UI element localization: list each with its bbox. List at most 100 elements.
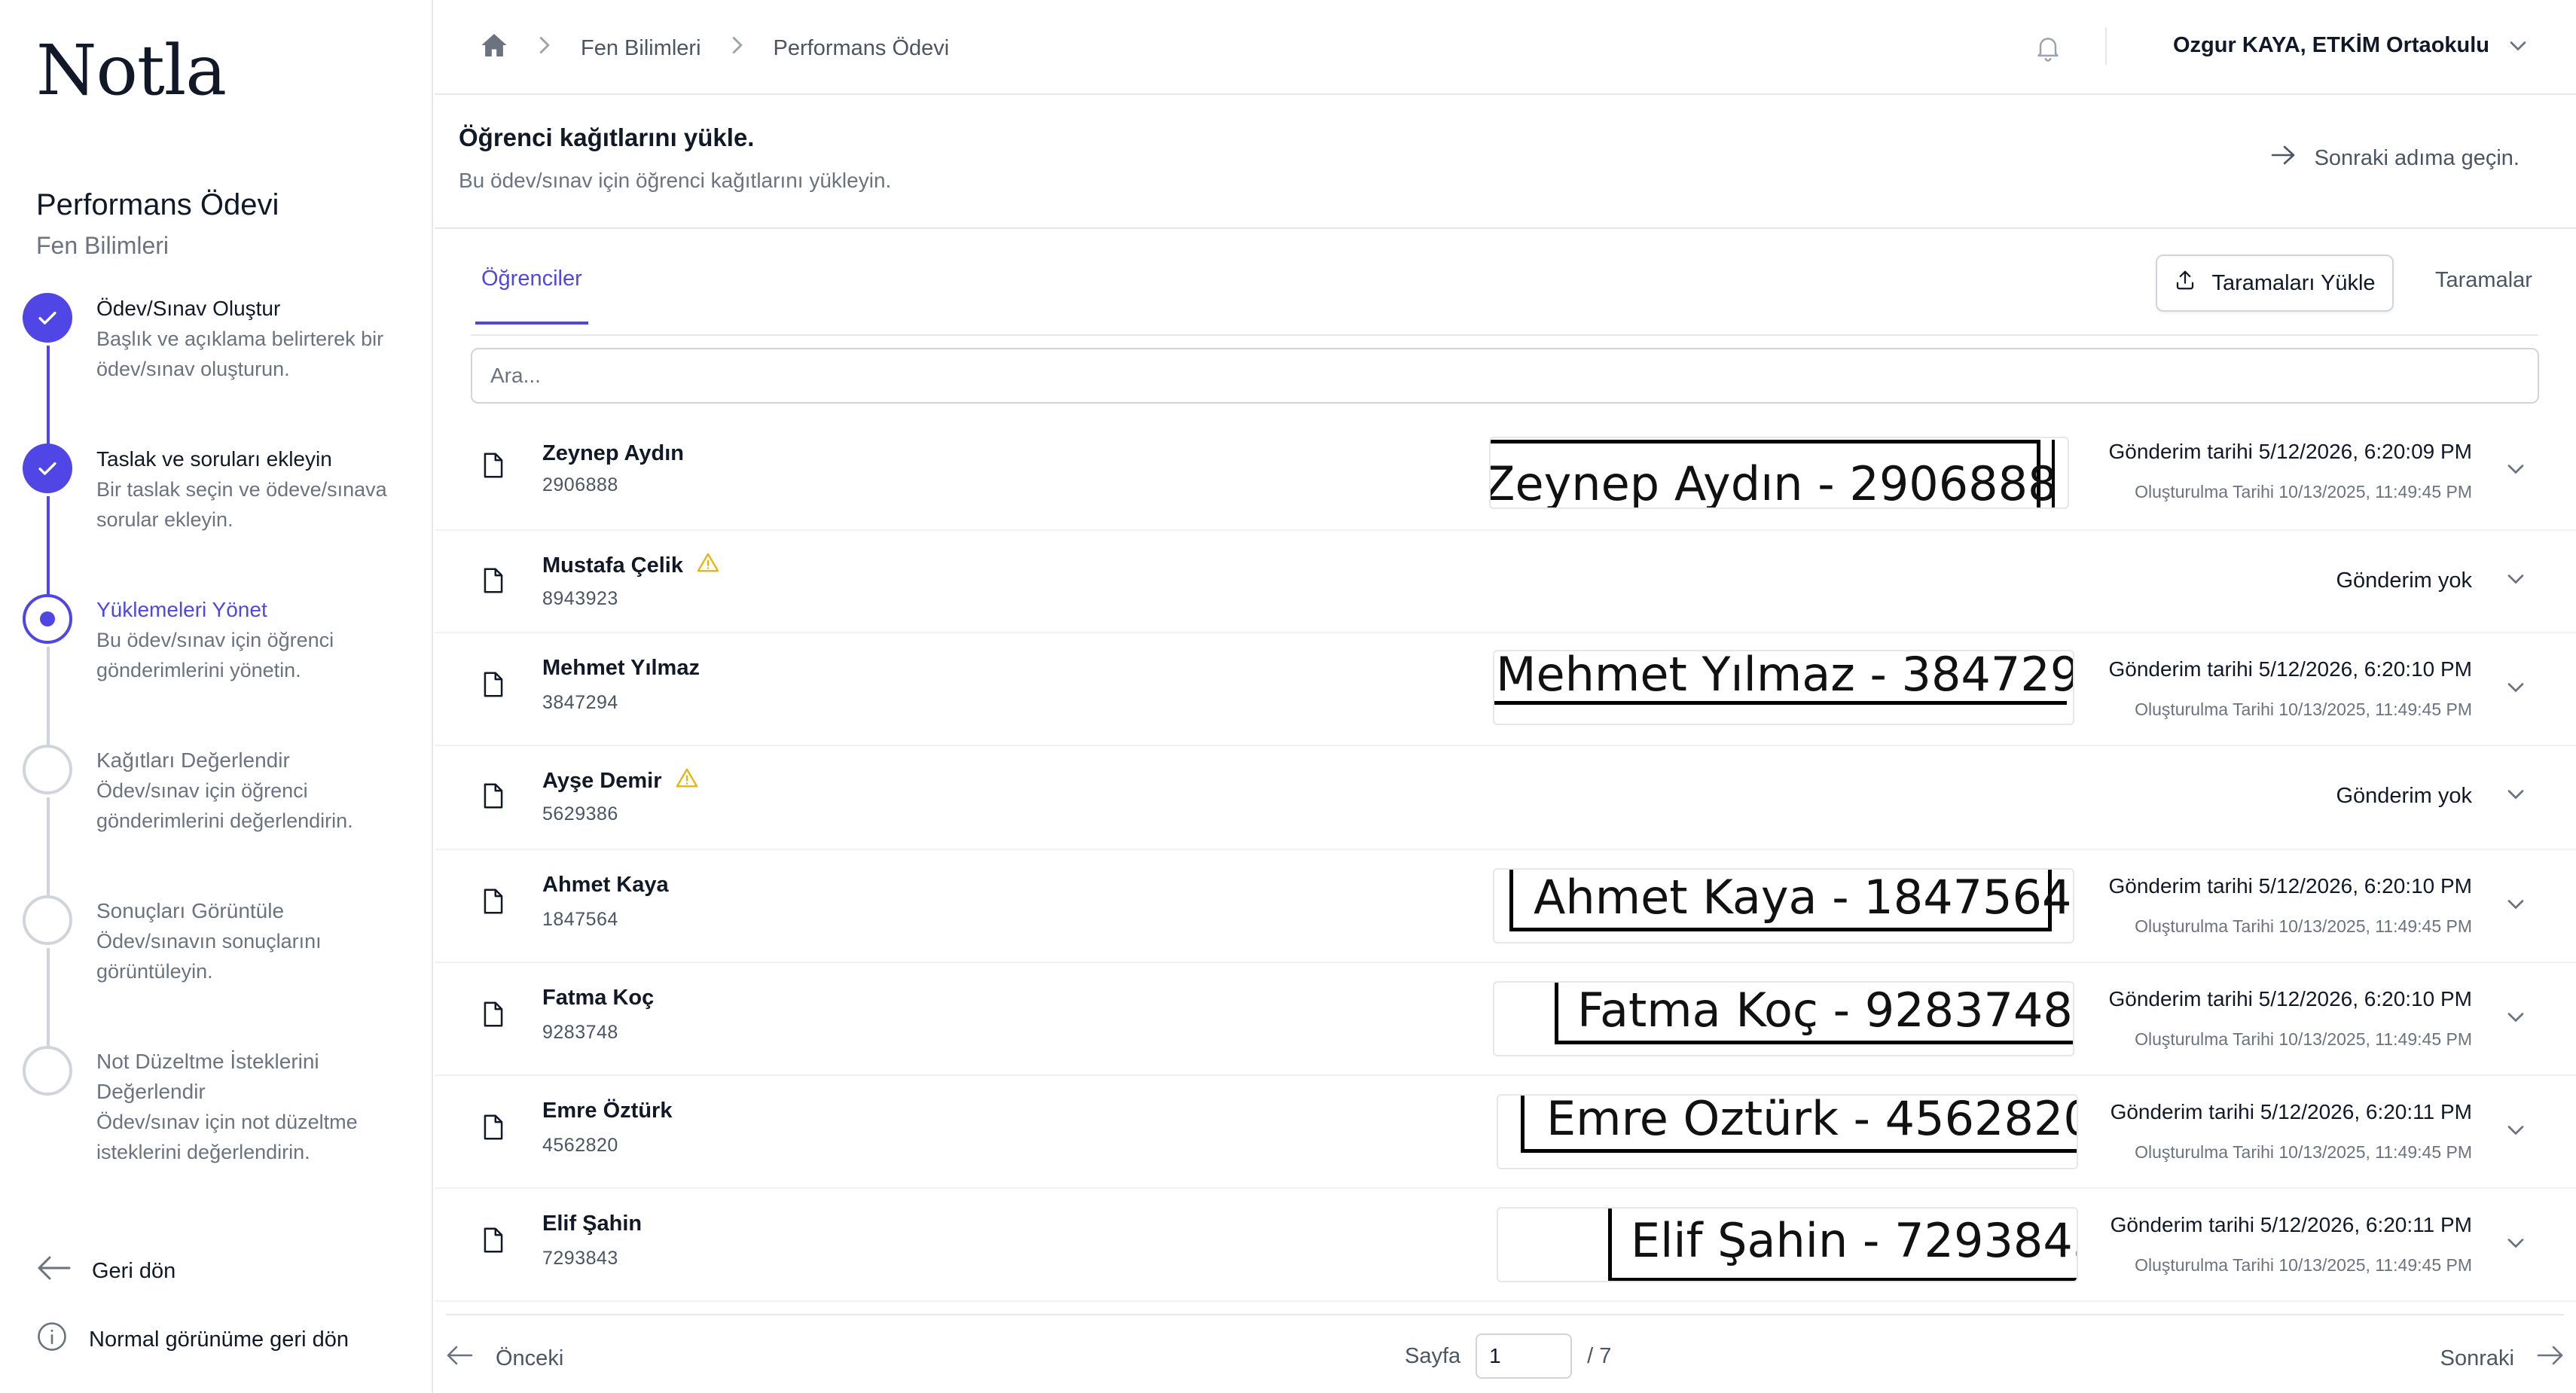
step-description: Ödev/sınav için öğrenci — [96, 779, 308, 802]
step-description: sorular ekleyin. — [96, 508, 233, 531]
upload-scans-label: Taramaları Yükle — [2211, 270, 2376, 295]
scan-text: Fatma Koç - 9283748 — [1577, 983, 2073, 1038]
step-title: Yüklemeleri Yönet — [96, 598, 267, 621]
upload-scans-button[interactable]: Taramaları Yükle — [2156, 255, 2394, 312]
scan-text: Ahmet Kaya - 1847564 — [1534, 870, 2072, 925]
document-icon — [483, 567, 504, 598]
page-total: / 7 — [1587, 1343, 1612, 1368]
chevron-down-icon[interactable] — [2507, 1124, 2525, 1140]
arrow-right-icon — [2537, 1346, 2564, 1371]
scan-thumbnail[interactable]: Fatma Koç - 9283748 — [1493, 981, 2074, 1056]
student-name: Mustafa Çelik — [542, 552, 719, 579]
student-name: Elif Şahin — [542, 1212, 642, 1236]
warning-icon — [697, 552, 719, 579]
info-icon — [36, 1321, 68, 1358]
submission-date: Gönderim tarihi 5/12/2026, 6:20:10 PM — [2108, 987, 2472, 1010]
student-name: Zeynep Aydın — [542, 441, 684, 465]
document-icon — [483, 888, 504, 919]
home-icon[interactable] — [480, 32, 508, 65]
student-id: 2906888 — [542, 474, 618, 495]
chevron-down-icon[interactable] — [2507, 463, 2525, 479]
top-bar: Fen Bilimleri Performans Ödevi Ozgur KAY… — [435, 0, 2576, 95]
user-menu[interactable]: Ozgur KAYA, ETKİM Ortaokulu — [2173, 33, 2527, 58]
step-title: Not Düzeltme İsteklerini — [96, 1050, 319, 1073]
student-row[interactable]: Elif Şahin 7293843 Elif Şahin - 7293843 … — [435, 1189, 2576, 1302]
project-subject: Fen Bilimleri — [36, 232, 169, 259]
submission-date: Gönderim tarihi 5/12/2026, 6:20:10 PM — [2108, 874, 2472, 898]
page-number-input[interactable] — [1476, 1334, 1573, 1379]
user-name: Ozgur KAYA, ETKİM Ortaokulu — [2173, 33, 2490, 57]
normal-view-link[interactable]: Normal görünüme geri dön — [36, 1321, 349, 1358]
project-title: Performans Ödevi — [36, 188, 279, 221]
chevron-down-icon[interactable] — [2507, 681, 2525, 697]
submission-date: Gönderim tarihi 5/12/2026, 6:20:09 PM — [2108, 440, 2472, 463]
student-row[interactable]: Fatma Koç 9283748 Fatma Koç - 9283748 Gö… — [435, 963, 2576, 1076]
tab-scans[interactable]: Taramalar — [2435, 268, 2532, 293]
step-description: Ödev/sınav için not düzeltme — [96, 1111, 358, 1133]
chevron-down-icon[interactable] — [2507, 1237, 2525, 1253]
scan-thumbnail[interactable]: Ahmet Kaya - 1847564 — [1493, 868, 2074, 943]
previous-page-button[interactable]: Önceki — [446, 1346, 563, 1371]
chevron-right-icon — [731, 35, 743, 61]
document-icon — [483, 452, 504, 483]
step-description: gönderimlerini yönetin. — [96, 659, 301, 681]
app-logo[interactable]: Notla — [36, 30, 227, 111]
step-pending-circle-icon — [23, 895, 72, 945]
scan-thumbnail[interactable]: Mehmet Yılmaz - 3847294 — [1493, 650, 2074, 725]
next-step-label: Sonraki adıma geçin. — [2314, 145, 2520, 170]
student-row[interactable]: Ahmet Kaya 1847564 Ahmet Kaya - 1847564 … — [435, 850, 2576, 963]
student-row[interactable]: Emre Öztürk 4562820 Emre Oztürk - 456282… — [435, 1076, 2576, 1189]
student-row[interactable]: Ayşe Demir 5629386 Gönderim yok — [435, 746, 2576, 850]
student-name: Mehmet Yılmaz — [542, 656, 700, 680]
chevron-down-icon[interactable] — [2507, 788, 2525, 804]
step-description: gönderimlerini değerlendirin. — [96, 809, 353, 832]
student-name: Fatma Koç — [542, 986, 655, 1010]
search-input[interactable] — [471, 348, 2539, 404]
tab-students[interactable]: Öğrenciler — [475, 267, 588, 325]
next-step-button[interactable]: Sonraki adıma geçin. — [2271, 145, 2520, 172]
step-complete-check-icon — [23, 293, 72, 343]
normal-view-label: Normal görünüme geri dön — [89, 1327, 349, 1352]
back-link[interactable]: Geri dön — [36, 1256, 175, 1286]
submission-date: Gönderim tarihi 5/12/2026, 6:20:11 PM — [2110, 1100, 2472, 1123]
scan-thumbnail[interactable]: Elif Şahin - 7293843 — [1497, 1207, 2078, 1282]
created-date: Oluşturulma Tarihi 10/13/2025, 11:49:45 … — [2135, 1029, 2472, 1049]
scan-text: Zeynep Aydın - 2906888 — [1489, 456, 2058, 509]
scan-thumbnail[interactable]: Emre Oztürk - 4562820 — [1497, 1094, 2078, 1169]
scan-text: Emre Oztürk - 4562820 — [1546, 1094, 2078, 1146]
step-pending-circle-icon — [23, 745, 72, 794]
created-date: Oluşturulma Tarihi 10/13/2025, 11:49:45 … — [2135, 482, 2472, 501]
student-id: 7293843 — [542, 1248, 618, 1269]
chevron-down-icon[interactable] — [2507, 573, 2525, 589]
scan-thumbnail[interactable]: Zeynep Aydın - 2906888 — [1489, 437, 2069, 509]
created-date: Oluşturulma Tarihi 10/13/2025, 11:49:45 … — [2135, 1255, 2472, 1275]
pagination: Önceki Sayfa / 7 Sonraki — [446, 1314, 2564, 1393]
next-page-button[interactable]: Sonraki — [2440, 1346, 2564, 1371]
created-date: Oluşturulma Tarihi 10/13/2025, 11:49:45 … — [2135, 700, 2472, 719]
chevron-down-icon[interactable] — [2507, 1011, 2525, 1027]
student-name: Ayşe Demir — [542, 767, 698, 794]
breadcrumb-subject[interactable]: Fen Bilimleri — [581, 36, 701, 61]
student-row[interactable]: Zeynep Aydın 2906888 Zeynep Aydın - 2906… — [435, 414, 2576, 531]
page-header: Öğrenci kağıtlarını yükle. Bu ödev/sınav… — [435, 96, 2576, 229]
step-title: Kağıtları Değerlendir — [96, 748, 290, 772]
previous-label: Önceki — [496, 1346, 564, 1370]
student-row[interactable]: Mehmet Yılmaz 3847294 Mehmet Yılmaz - 38… — [435, 633, 2576, 746]
step-title: Taslak ve soruları ekleyin — [96, 447, 332, 471]
arrow-left-icon — [446, 1346, 473, 1371]
breadcrumb-assignment[interactable]: Performans Ödevi — [774, 36, 950, 61]
next-label: Sonraki — [2440, 1346, 2514, 1370]
student-name: Ahmet Kaya — [542, 873, 669, 897]
step-complete-check-icon — [23, 444, 72, 493]
bell-icon[interactable] — [2033, 32, 2063, 67]
step-description: Bu ödev/sınav için öğrenci — [96, 629, 334, 651]
step-current-dot-icon — [23, 594, 72, 644]
student-id: 3847294 — [542, 692, 618, 713]
chevron-down-icon[interactable] — [2507, 898, 2525, 914]
back-link-label: Geri dön — [92, 1258, 176, 1283]
student-row[interactable]: Mustafa Çelik 8943923 Gönderim yok — [435, 531, 2576, 633]
page-label: Sayfa — [1405, 1343, 1461, 1368]
step-title: Sonuçları Görüntüle — [96, 899, 285, 922]
submission-date: Gönderim tarihi 5/12/2026, 6:20:10 PM — [2108, 657, 2472, 681]
sidebar: Notla Performans Ödevi Fen Bilimleri Öde… — [0, 0, 433, 1393]
